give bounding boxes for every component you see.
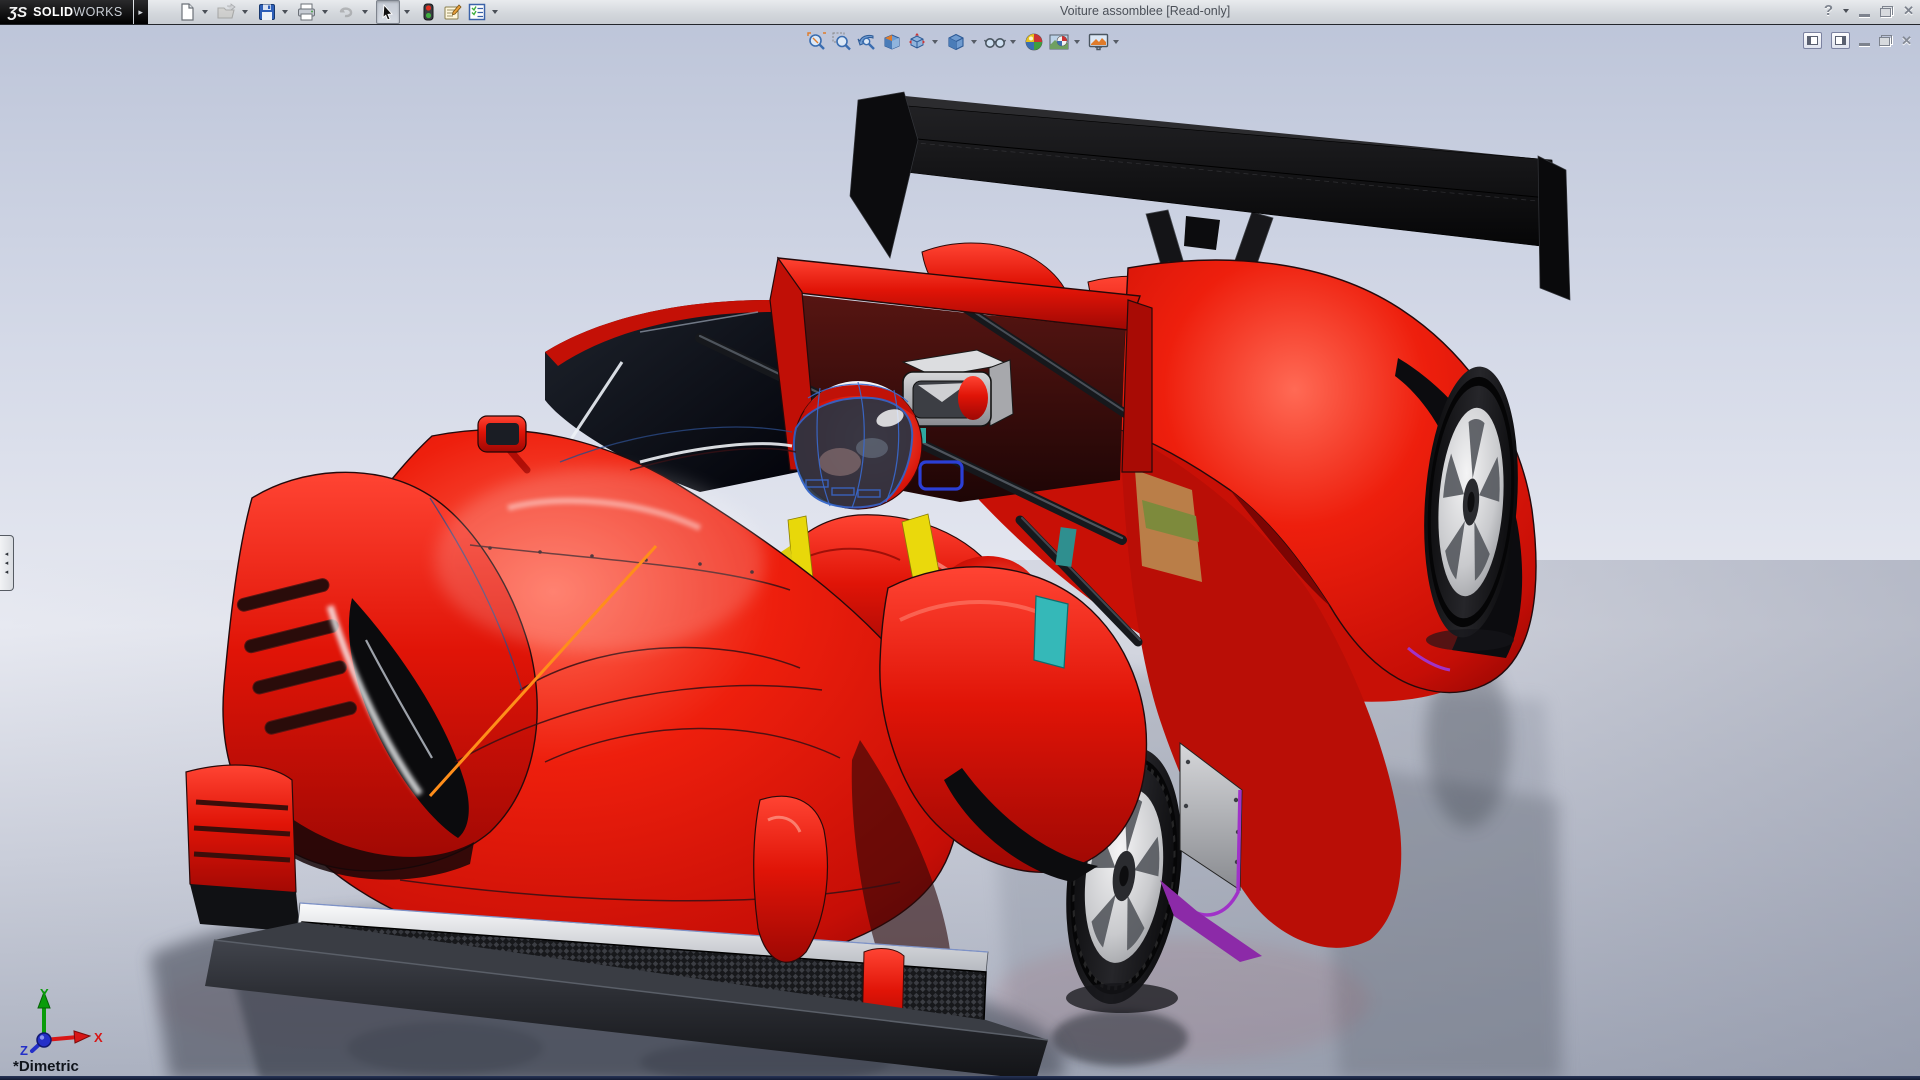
- undo-icon: [339, 7, 353, 18]
- display-style-button[interactable]: [945, 30, 967, 54]
- triad-z-label: Z: [20, 1043, 28, 1056]
- traffic-light-icon: [423, 3, 434, 21]
- view-settings-button[interactable]: [1087, 30, 1109, 54]
- logo-expand-button[interactable]: ▸: [133, 0, 148, 24]
- minimize-button[interactable]: [1859, 14, 1871, 17]
- display-style-icon: [948, 33, 964, 51]
- open-document-icon: [217, 3, 236, 19]
- new-document-icon: [181, 3, 194, 21]
- triad-x-label: X: [94, 1030, 103, 1045]
- document-minimize-button[interactable]: [1859, 42, 1871, 46]
- view-settings-dropdown[interactable]: [1113, 40, 1119, 44]
- document-close-button[interactable]: ✕: [1901, 33, 1912, 49]
- rebuild-button[interactable]: [418, 1, 440, 23]
- print-button[interactable]: [296, 1, 318, 23]
- section-view-icon: [884, 34, 900, 50]
- pane-right-button[interactable]: [1831, 32, 1851, 49]
- view-orientation-button[interactable]: [906, 30, 928, 54]
- print-dropdown[interactable]: [321, 10, 328, 14]
- teal-vent-panel: [1033, 595, 1069, 669]
- new-dropdown[interactable]: [201, 10, 208, 14]
- main-toolbar: [176, 0, 504, 24]
- undo-button[interactable]: [336, 1, 358, 23]
- edit-note-button[interactable]: [442, 1, 464, 23]
- previous-view-button[interactable]: [856, 30, 878, 54]
- orientation-triad: Y X Z: [20, 986, 103, 1056]
- print-icon: [298, 3, 316, 21]
- select-button[interactable]: [375, 0, 400, 24]
- intake-box: [901, 349, 1014, 427]
- help-button[interactable]: ?: [1824, 2, 1833, 20]
- pane-left-button[interactable]: [1803, 32, 1823, 49]
- save-button[interactable]: [256, 1, 278, 23]
- view-settings-icon: [1088, 33, 1108, 51]
- triad-y-label: Y: [40, 986, 49, 1001]
- help-dropdown[interactable]: [1843, 9, 1850, 13]
- feature-panel-collapse-tab[interactable]: ◂ ◂ ◂: [0, 535, 14, 591]
- document-restore-button[interactable]: [1879, 35, 1893, 46]
- section-view-button[interactable]: [881, 30, 903, 54]
- 3d-viewport[interactable]: [0, 0, 1920, 1080]
- hide-show-dropdown[interactable]: [1010, 40, 1016, 44]
- window-bottom-edge: [0, 1076, 1920, 1080]
- undo-dropdown[interactable]: [361, 10, 368, 14]
- save-dropdown[interactable]: [281, 10, 288, 14]
- appearance-ball-icon: [1025, 33, 1043, 51]
- pane-left-icon: [1807, 36, 1819, 45]
- glasses-icon: [984, 38, 1006, 48]
- apply-scene-dropdown[interactable]: [1074, 40, 1080, 44]
- 3ds-logo-glyph: ƷS: [8, 3, 28, 21]
- document-title: Voiture assomblee [Read-only]: [1060, 4, 1231, 18]
- zoom-to-area-icon: [832, 32, 851, 51]
- select-cursor-icon: [382, 3, 393, 20]
- display-style-dropdown[interactable]: [971, 40, 977, 44]
- options-dropdown[interactable]: [491, 10, 498, 14]
- select-dropdown[interactable]: [403, 10, 410, 14]
- view-orientation-label: *Dimetric: [13, 1058, 79, 1075]
- close-button[interactable]: ✕: [1903, 2, 1914, 20]
- apply-scene-icon: [1049, 34, 1069, 50]
- open-dropdown[interactable]: [241, 10, 248, 14]
- window-controls: ? ✕: [1824, 2, 1914, 20]
- previous-view-icon: [857, 34, 875, 50]
- note-pencil-icon: [444, 4, 462, 20]
- solidworks-logo: ƷS SOLID WORKS: [0, 0, 133, 24]
- heads-up-toolbar: [806, 30, 1123, 54]
- zoom-to-fit-icon: [807, 32, 826, 50]
- apply-scene-button[interactable]: [1048, 30, 1070, 54]
- options-list-button[interactable]: [466, 1, 488, 23]
- open-document-button[interactable]: [216, 1, 238, 23]
- pane-right-icon: [1835, 36, 1847, 45]
- zoom-to-area-button[interactable]: [831, 30, 853, 54]
- restore-button[interactable]: [1880, 5, 1894, 17]
- title-bar: ƷS SOLID WORKS ▸ Voiture assomblee [Read…: [0, 0, 1920, 25]
- document-window-controls: ✕: [1803, 32, 1912, 49]
- save-icon: [258, 4, 275, 20]
- view-orientation-dropdown[interactable]: [932, 40, 938, 44]
- new-document-button[interactable]: [176, 1, 198, 23]
- view-orientation-icon: [909, 33, 925, 49]
- zoom-to-fit-button[interactable]: [806, 30, 828, 54]
- edit-appearance-button[interactable]: [1023, 30, 1045, 54]
- hide-show-items-button[interactable]: [984, 30, 1006, 54]
- checklist-icon: [468, 3, 485, 21]
